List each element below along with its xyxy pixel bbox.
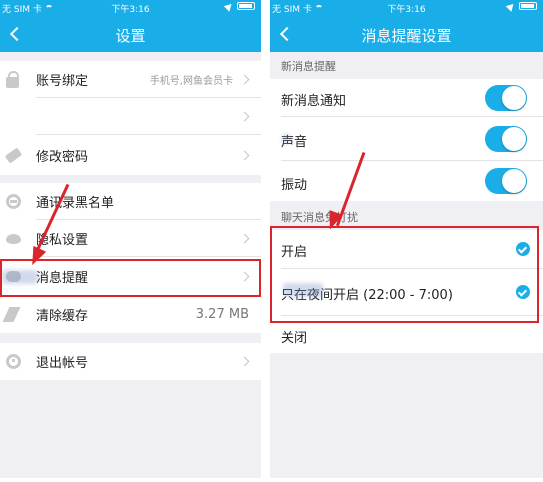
page-title: 消息提醒设置: [361, 27, 452, 45]
chevron-right-icon: [239, 150, 250, 160]
nav-bar: 设置: [0, 16, 261, 52]
toggle-sound[interactable]: [485, 126, 527, 152]
section-header-dnd: 聊天消息免打扰: [281, 211, 358, 224]
row-label: 振动: [281, 178, 308, 193]
status-bar: 无 SIM 卡 下午3:16: [0, 0, 261, 16]
row-label: 修改密码: [36, 149, 89, 165]
row-logout[interactable]: 退出帐号: [0, 343, 261, 380]
row-account-binding[interactable]: 账号绑定 手机号,网鱼会员卡: [0, 61, 261, 98]
section-header-new-message: 新消息提醒: [281, 60, 336, 73]
option-label: 关闭: [281, 331, 308, 346]
option-label: 开启: [281, 245, 308, 260]
battery-icon: [237, 2, 255, 10]
broom-icon: [2, 307, 21, 322]
chevron-right-icon: [239, 271, 250, 282]
row-contacts-blacklist[interactable]: 通讯录黑名单: [0, 183, 261, 220]
nav-bar: 消息提醒设置: [270, 16, 543, 52]
tag-icon: [4, 147, 23, 163]
page-title: 设置: [115, 27, 146, 45]
row-change-password[interactable]: 修改密码: [0, 135, 261, 175]
row-label: 退出帐号: [36, 356, 89, 371]
chevron-right-icon: [239, 233, 250, 244]
toggle-new-message[interactable]: [485, 85, 527, 111]
row-clear-cache[interactable]: 清除缓存 3.27 MB: [0, 296, 261, 333]
location-icon: [223, 1, 235, 12]
row-value: 手机号,网鱼会员卡: [149, 76, 233, 87]
option-off[interactable]: 关闭: [270, 316, 543, 353]
blur-smudge: [282, 134, 290, 144]
battery-icon: [519, 2, 537, 10]
blur-smudge: [2, 270, 38, 284]
row-sound: 声音: [270, 117, 543, 161]
ban-icon: [6, 194, 21, 209]
row-vibration: 振动: [270, 161, 543, 201]
clock-text: 下午3:16: [387, 5, 426, 15]
row-label: 清除缓存: [36, 309, 89, 324]
option-on[interactable]: 开启: [270, 230, 543, 269]
eye-icon: [6, 233, 21, 244]
row-label: 账号绑定: [36, 74, 89, 89]
clock-text: 下午3:16: [111, 5, 150, 15]
chevron-right-icon: [239, 356, 250, 367]
row-label: 消息提醒: [36, 271, 89, 286]
location-icon: [505, 1, 517, 12]
row-empty[interactable]: [0, 98, 261, 135]
notification-settings-screen: 无 SIM 卡 下午3:16 消息提醒设置 新消息提醒 新消息通知 声音 振动 …: [270, 0, 543, 478]
checkmark-icon: [516, 242, 530, 256]
row-label: 通讯录黑名单: [36, 196, 115, 211]
power-icon: [6, 354, 21, 369]
checkmark-icon: [516, 285, 530, 299]
row-new-message-notification: 新消息通知: [270, 79, 543, 117]
row-label: 新消息通知: [281, 94, 347, 109]
lock-icon: [6, 70, 19, 88]
blur-smudge: [283, 283, 323, 297]
chevron-right-icon: [239, 111, 250, 122]
chevron-right-icon: [239, 74, 250, 85]
status-bar: 无 SIM 卡 下午3:16: [270, 0, 543, 16]
cache-size: 3.27 MB: [195, 307, 249, 322]
toggle-vibration[interactable]: [485, 168, 527, 194]
settings-screen: 无 SIM 卡 下午3:16 设置 账号绑定 手机号,网鱼会员卡 修改密码 通讯…: [0, 0, 261, 478]
